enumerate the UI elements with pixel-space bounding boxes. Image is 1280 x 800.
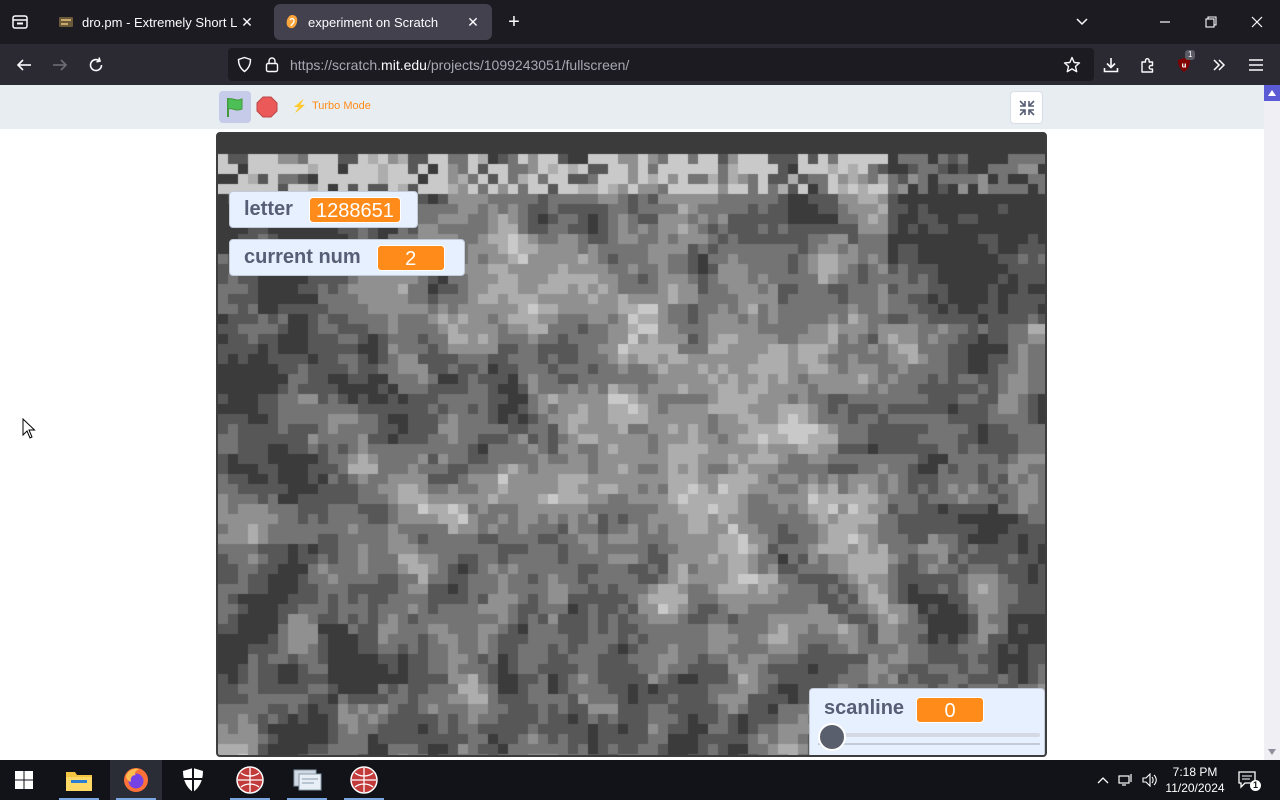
browser-nav-bar: https://scratch.mit.edu/projects/1099243… <box>0 44 1280 85</box>
extensions-puzzle-icon[interactable] <box>1135 52 1161 78</box>
unfullscreen-icon <box>1018 99 1035 116</box>
stop-sign-icon <box>256 96 278 118</box>
scratch-favicon <box>286 15 298 29</box>
tab-title: experiment on Scratch <box>308 14 439 30</box>
restore-icon[interactable] <box>1199 10 1223 34</box>
url-bar[interactable]: https://scratch.mit.edu/projects/1099243… <box>228 48 1094 81</box>
green-flag-button[interactable] <box>219 91 251 123</box>
lock-icon[interactable] <box>264 56 280 73</box>
notification-count: 1 <box>1250 780 1262 791</box>
monitor-label: scanline <box>824 697 905 719</box>
variable-monitor-letter: letter 1288651 <box>229 191 418 228</box>
svg-text:u: u <box>1182 62 1187 70</box>
file-explorer-icon[interactable] <box>53 760 105 800</box>
url-host: mit.edu <box>381 57 427 73</box>
close-icon[interactable]: ✕ <box>464 13 482 31</box>
lightning-icon: ⚡ <box>292 99 307 113</box>
minimize-icon[interactable] <box>1153 10 1177 34</box>
more-tools-chevron-icon[interactable] <box>1206 52 1232 78</box>
windows-start-icon[interactable] <box>0 760 48 800</box>
dropm-favicon <box>59 17 73 27</box>
windows-taskbar: 7:18 PM 11/20/2024 1 <box>0 760 1280 800</box>
page-scrollbar[interactable] <box>1264 85 1280 760</box>
back-arrow-icon[interactable] <box>11 52 37 78</box>
turbo-mode-indicator: ⚡ Turbo Mode <box>292 99 371 113</box>
clock-date: 11/20/2024 <box>1165 781 1225 795</box>
tray-chevron-up-icon[interactable] <box>1094 760 1112 800</box>
scroll-up-arrow-icon[interactable] <box>1264 85 1280 101</box>
scratch-stage-toolbar: ⚡ Turbo Mode <box>0 85 1264 129</box>
monitor-value: 1288651 <box>308 196 401 223</box>
chevron-down-icon[interactable] <box>1070 10 1094 34</box>
shield-icon[interactable] <box>236 56 253 73</box>
close-icon[interactable]: ✕ <box>238 13 256 31</box>
app-globe-icon-2[interactable] <box>338 760 390 800</box>
exit-fullscreen-button[interactable] <box>1010 91 1043 124</box>
star-icon[interactable] <box>1063 56 1081 74</box>
volume-icon[interactable] <box>1140 760 1160 800</box>
tab-scratch-experiment[interactable]: experiment on Scratch ✕ <box>274 4 492 40</box>
taskbar-clock[interactable]: 7:18 PM 11/20/2024 <box>1160 764 1230 796</box>
ublock-icon[interactable]: u 1 <box>1171 50 1197 78</box>
clock-time: 7:18 PM <box>1172 765 1218 779</box>
extension-badge: 1 <box>1185 50 1196 60</box>
tab-overview-icon[interactable] <box>6 8 34 36</box>
stop-button[interactable] <box>256 96 278 118</box>
app-globe-icon[interactable] <box>224 760 276 800</box>
url-text[interactable]: https://scratch.mit.edu/projects/1099243… <box>290 57 629 73</box>
reload-icon[interactable] <box>83 52 109 78</box>
project-stage[interactable]: letter 1288651 current num 2 scanline 0 <box>216 132 1047 757</box>
notification-center-icon[interactable]: 1 <box>1236 768 1262 792</box>
scroll-down-arrow-icon[interactable] <box>1264 744 1280 760</box>
url-prefix: https://scratch. <box>290 57 382 73</box>
slider-track-underline <box>818 743 1040 745</box>
scratch-fullscreen-page: ⚡ Turbo Mode letter 1288651 current num … <box>0 85 1264 760</box>
monitor-label: letter <box>244 198 293 220</box>
firefox-icon[interactable] <box>110 760 162 800</box>
new-tab-icon[interactable]: + <box>502 10 526 34</box>
monitor-value: 0 <box>916 697 985 723</box>
slider-thumb[interactable] <box>818 723 846 751</box>
monitor-label: current num <box>244 246 361 268</box>
hamburger-menu-icon[interactable] <box>1243 52 1269 78</box>
forward-arrow-icon[interactable] <box>47 52 73 78</box>
url-path: /projects/1099243051/fullscreen/ <box>426 57 630 73</box>
slider-track[interactable] <box>818 733 1040 737</box>
variable-monitor-scanline: scanline 0 <box>809 688 1045 755</box>
network-icon[interactable] <box>1116 760 1136 800</box>
download-icon[interactable] <box>1098 52 1124 78</box>
variable-monitor-current-num: current num 2 <box>229 239 465 276</box>
mouse-cursor-icon <box>22 418 36 439</box>
monitor-value: 2 <box>376 244 445 271</box>
tab-title: dro.pm - Extremely Short Links <box>82 14 238 30</box>
app-window-icon[interactable] <box>281 760 333 800</box>
green-flag-icon <box>227 98 243 117</box>
tab-dropm[interactable]: dro.pm - Extremely Short Links ✕ <box>48 4 266 40</box>
security-shield-icon[interactable] <box>167 760 219 800</box>
turbo-mode-label: Turbo Mode <box>311 100 371 112</box>
window-close-icon[interactable] <box>1245 10 1269 34</box>
browser-tab-bar: dro.pm - Extremely Short Links ✕ experim… <box>0 0 1280 44</box>
